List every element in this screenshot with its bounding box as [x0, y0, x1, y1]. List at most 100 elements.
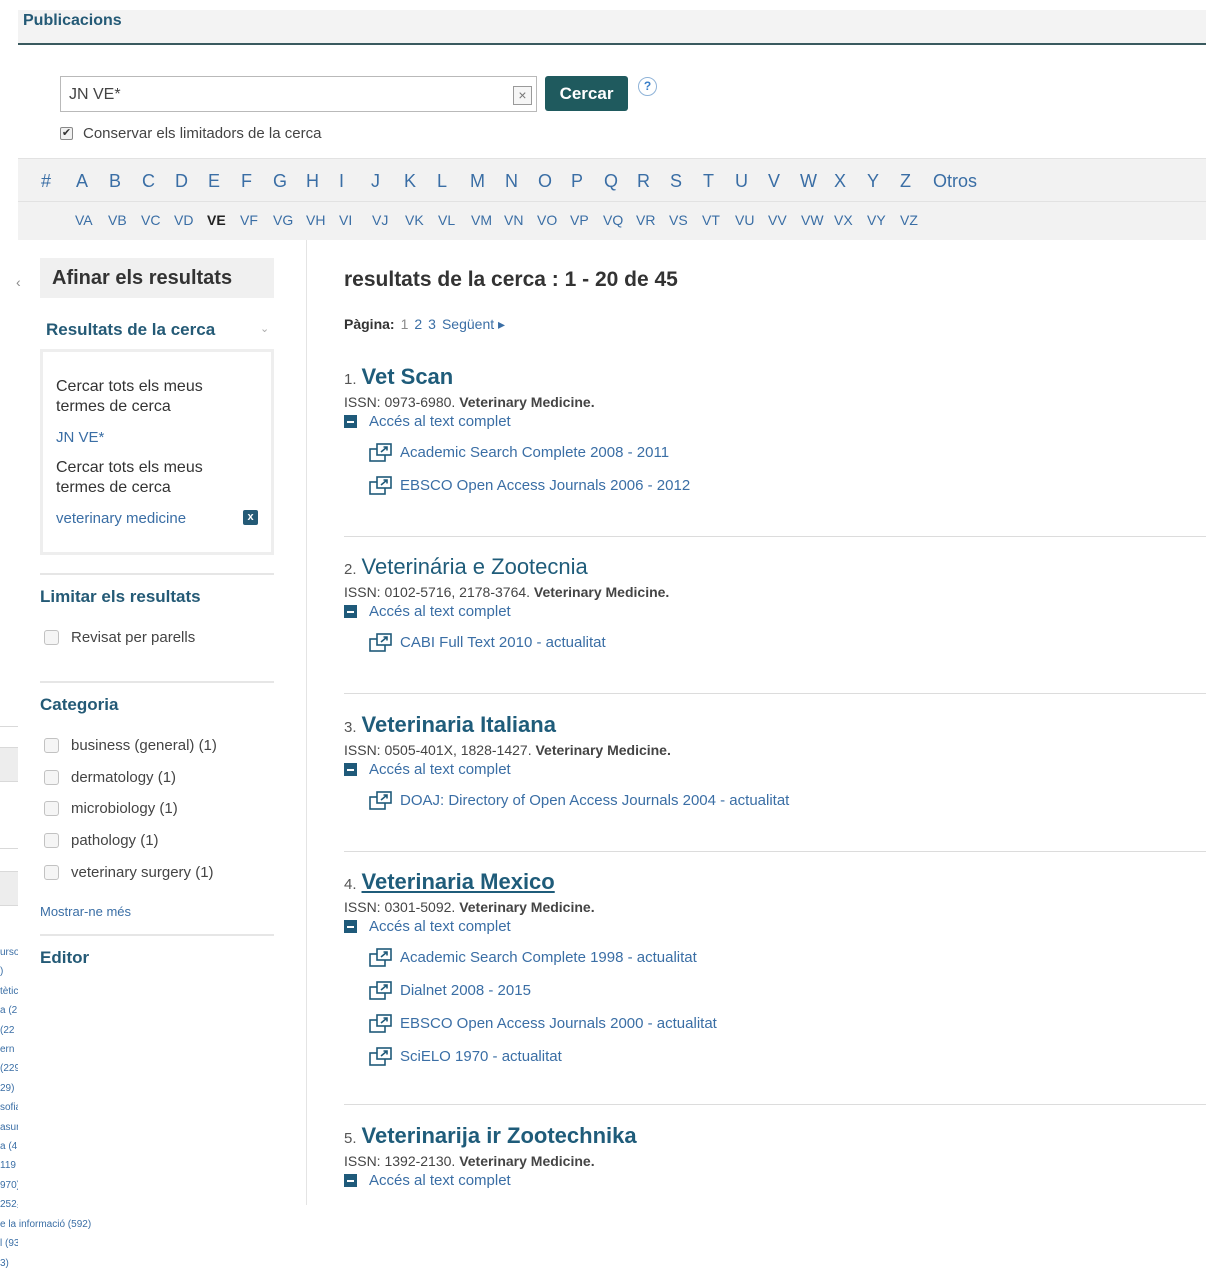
sub-alphabet-link[interactable]: VJ	[372, 212, 388, 228]
alphabet-letter[interactable]: E	[208, 171, 220, 192]
full-text-toggle[interactable]: Accés al text complet	[344, 413, 1206, 430]
background-fragment[interactable]: l (93)	[0, 1234, 18, 1253]
database-link[interactable]: DOAJ: Directory of Open Access Journals …	[369, 784, 1206, 817]
alphabet-letter[interactable]: C	[142, 171, 155, 192]
sub-alphabet-link[interactable]: VU	[735, 212, 754, 228]
alphabet-letter[interactable]: B	[109, 171, 121, 192]
keep-limiters-checkbox[interactable]: ✔	[60, 127, 73, 140]
search-button[interactable]: Cercar	[545, 76, 628, 111]
sub-alphabet-link[interactable]: VQ	[603, 212, 623, 228]
category-title[interactable]: Categoria	[40, 695, 118, 715]
sub-alphabet-link[interactable]: VH	[306, 212, 325, 228]
result-title-link[interactable]: Veterinaria Mexico	[362, 869, 555, 894]
alphabet-letter[interactable]: R	[637, 171, 650, 192]
checkbox[interactable]	[44, 801, 59, 817]
database-link[interactable]: SciELO 1970 - actualitat	[369, 1040, 1206, 1073]
alphabet-letter[interactable]: #	[41, 171, 51, 192]
result-title-link[interactable]: Veterinarija ir Zootechnika	[362, 1123, 637, 1148]
search-results-header[interactable]: Resultats de la cerca	[46, 320, 215, 340]
alphabet-letter[interactable]: A	[76, 171, 88, 192]
sub-alphabet-link[interactable]: VZ	[900, 212, 918, 228]
database-link[interactable]: Academic Search Complete 2008 - 2011	[369, 436, 1206, 469]
checkbox[interactable]	[44, 630, 59, 645]
next-page-link[interactable]: Següent ▸	[442, 316, 505, 332]
show-more-link[interactable]: Mostrar-ne més	[40, 904, 131, 919]
sub-alphabet-link[interactable]: VI	[339, 212, 352, 228]
sub-alphabet-link[interactable]: VF	[240, 212, 258, 228]
sub-alphabet-link[interactable]: VC	[141, 212, 160, 228]
sub-alphabet-link[interactable]: VR	[636, 212, 655, 228]
limit-option[interactable]: Revisat per parells	[44, 629, 195, 646]
alphabet-letter[interactable]: Otros	[933, 171, 977, 192]
sub-alphabet-link[interactable]: VS	[669, 212, 688, 228]
alphabet-letter[interactable]: L	[437, 171, 447, 192]
sub-alphabet-link[interactable]: VW	[801, 212, 824, 228]
background-fragment[interactable]: 3)	[0, 1254, 18, 1273]
sub-alphabet-link[interactable]: VT	[702, 212, 720, 228]
sub-alphabet-link[interactable]: VN	[504, 212, 523, 228]
full-text-toggle[interactable]: Accés al text complet	[344, 1172, 1206, 1189]
full-text-toggle[interactable]: Accés al text complet	[344, 603, 1206, 620]
search-input[interactable]	[69, 84, 499, 106]
alphabet-letter[interactable]: W	[800, 171, 817, 192]
checkbox[interactable]	[44, 738, 59, 753]
full-text-toggle[interactable]: Accés al text complet	[344, 761, 1206, 778]
sub-alphabet-link[interactable]: VE	[207, 212, 226, 228]
criteria-term[interactable]: JN VE*	[56, 429, 104, 446]
help-icon[interactable]: ?	[638, 77, 657, 96]
alphabet-letter[interactable]: S	[670, 171, 682, 192]
checkbox[interactable]	[44, 864, 59, 880]
alphabet-letter[interactable]: D	[175, 171, 188, 192]
sub-alphabet-link[interactable]: VM	[471, 212, 492, 228]
page-link[interactable]: 2	[414, 316, 422, 332]
background-fragment[interactable]: e la informació (592)	[0, 1215, 110, 1234]
alphabet-letter[interactable]: N	[505, 171, 518, 192]
category-option[interactable]: business (general) (1)	[44, 737, 217, 754]
alphabet-letter[interactable]: J	[371, 171, 380, 192]
alphabet-letter[interactable]: X	[834, 171, 846, 192]
alphabet-letter[interactable]: H	[306, 171, 319, 192]
sub-alphabet-link[interactable]: VO	[537, 212, 557, 228]
alphabet-letter[interactable]: V	[768, 171, 780, 192]
page-link[interactable]: 3	[428, 316, 436, 332]
alphabet-letter[interactable]: K	[404, 171, 416, 192]
sub-alphabet-link[interactable]: VV	[768, 212, 787, 228]
keep-limiters-option[interactable]: ✔ Conservar els limitadors de la cerca	[60, 125, 321, 142]
sub-alphabet-link[interactable]: VA	[75, 212, 93, 228]
full-text-toggle[interactable]: Accés al text complet	[344, 918, 1206, 935]
result-title-link[interactable]: Veterinaria Italiana	[362, 712, 556, 737]
alphabet-letter[interactable]: U	[735, 171, 748, 192]
checkbox[interactable]	[44, 833, 59, 849]
sub-alphabet-link[interactable]: VP	[570, 212, 589, 228]
database-link[interactable]: EBSCO Open Access Journals 2000 - actual…	[369, 1007, 1206, 1040]
database-link[interactable]: CABI Full Text 2010 - actualitat	[369, 626, 1206, 659]
alphabet-letter[interactable]: Z	[900, 171, 911, 192]
category-option[interactable]: dermatology (1)	[44, 769, 176, 786]
collapse-icon[interactable]	[344, 763, 357, 776]
collapse-icon[interactable]	[344, 605, 357, 618]
limit-results-title[interactable]: Limitar els resultats	[40, 587, 201, 607]
clear-search-icon[interactable]: ×	[513, 86, 532, 105]
chevron-down-icon[interactable]: ⌄	[260, 322, 269, 335]
page-title[interactable]: Publicacions	[23, 12, 122, 30]
database-link[interactable]: EBSCO Open Access Journals 2006 - 2012	[369, 469, 1206, 502]
alphabet-letter[interactable]: O	[538, 171, 552, 192]
sub-alphabet-link[interactable]: VK	[405, 212, 424, 228]
result-title-link[interactable]: Veterinária e Zootecnia	[362, 554, 588, 579]
alphabet-letter[interactable]: G	[273, 171, 287, 192]
collapse-icon[interactable]	[344, 415, 357, 428]
category-option[interactable]: microbiology (1)	[44, 800, 178, 817]
database-link[interactable]: Academic Search Complete 1998 - actualit…	[369, 941, 1206, 974]
sub-alphabet-link[interactable]: VY	[867, 212, 886, 228]
alphabet-letter[interactable]: T	[703, 171, 714, 192]
alphabet-letter[interactable]: Y	[867, 171, 879, 192]
database-link[interactable]: Dialnet 2008 - 2015	[369, 974, 1206, 1007]
collapse-icon[interactable]	[344, 920, 357, 933]
sub-alphabet-link[interactable]: VD	[174, 212, 193, 228]
category-option[interactable]: pathology (1)	[44, 832, 159, 849]
collapse-icon[interactable]	[344, 1174, 357, 1187]
sub-alphabet-link[interactable]: VX	[834, 212, 853, 228]
alphabet-letter[interactable]: Q	[604, 171, 618, 192]
result-title-link[interactable]: Vet Scan	[362, 364, 454, 389]
sub-alphabet-link[interactable]: VL	[438, 212, 455, 228]
